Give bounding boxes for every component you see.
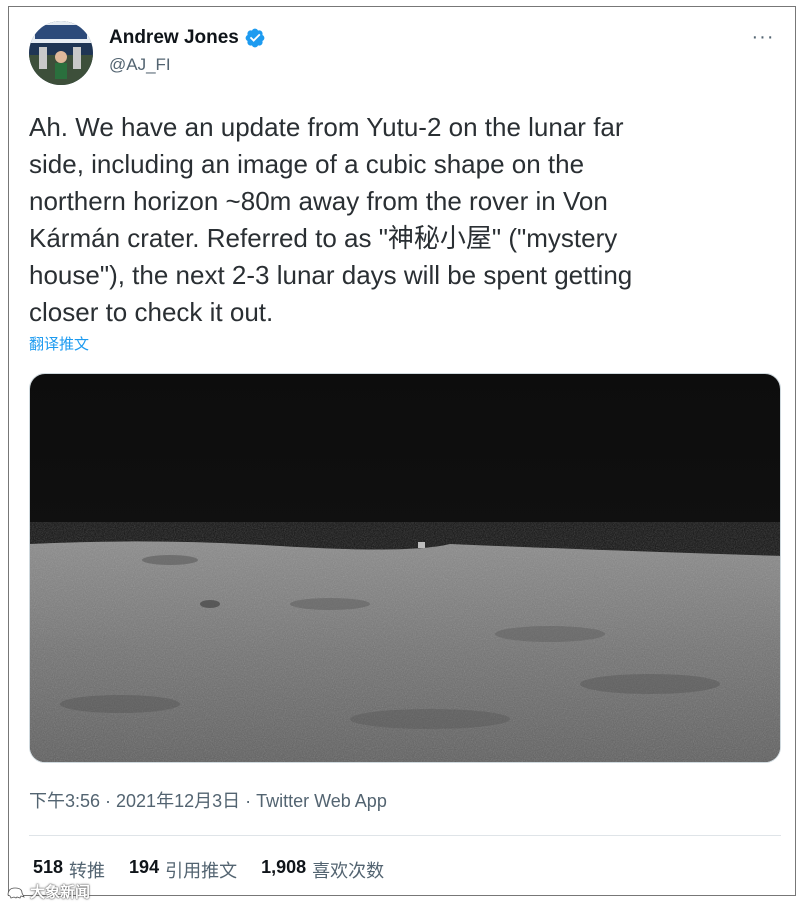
retweets-stat[interactable]: 518 转推 xyxy=(33,857,105,883)
quote-tweets-count: 194 xyxy=(129,857,160,877)
tweet-timestamp[interactable]: 下午3:56 · 2021年12月3日 · Twitter Web App xyxy=(29,787,387,813)
tweet-stats: 518 转推 194 引用推文 1,908 喜欢次数 xyxy=(33,857,384,883)
author-handle[interactable]: @AJ_FI xyxy=(109,55,171,75)
tweet-media-image[interactable] xyxy=(29,373,781,763)
elephant-logo-icon xyxy=(7,887,25,898)
lunar-horizon-photo xyxy=(30,374,780,762)
tweet-card: Andrew Jones @AJ_FI ··· Ah. We have an u… xyxy=(8,6,796,896)
verified-badge-icon xyxy=(245,28,265,48)
watermark: 大象新闻 xyxy=(6,881,90,902)
translate-tweet-link[interactable]: 翻译推文 xyxy=(29,333,89,354)
likes-stat[interactable]: 1,908 喜欢次数 xyxy=(261,857,384,883)
likes-label: 喜欢次数 xyxy=(312,861,385,881)
avatar-image xyxy=(29,21,93,85)
author-name[interactable]: Andrew Jones xyxy=(109,27,239,49)
more-options-icon[interactable]: ··· xyxy=(749,23,777,51)
watermark-text: 大象新闻 xyxy=(30,884,91,901)
tweet-text: Ah. We have an update from Yutu-2 on the… xyxy=(29,112,633,327)
likes-count: 1,908 xyxy=(261,857,307,877)
avatar[interactable] xyxy=(29,21,93,85)
retweets-label: 转推 xyxy=(69,861,106,881)
retweets-count: 518 xyxy=(33,857,64,877)
divider xyxy=(29,835,781,836)
quote-tweets-stat[interactable]: 194 引用推文 xyxy=(129,857,237,883)
quote-tweets-label: 引用推文 xyxy=(165,861,238,881)
